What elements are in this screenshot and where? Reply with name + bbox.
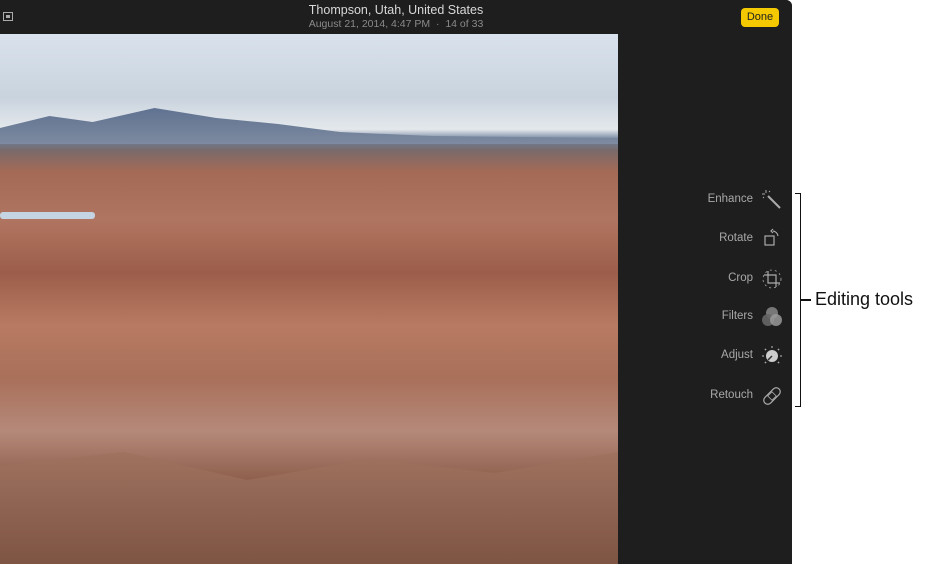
photo-subtitle: August 21, 2014, 4:47 PM · 14 of 33: [0, 18, 792, 30]
filters-icon: [762, 307, 782, 326]
callout-line: [801, 299, 811, 301]
tool-adjust[interactable]: Adjust: [618, 344, 792, 368]
tool-enhance[interactable]: Enhance: [618, 188, 792, 212]
mountains: [0, 108, 618, 144]
callout-label: Editing tools: [815, 289, 914, 309]
tool-label: Rotate: [719, 232, 753, 244]
tool-rotate[interactable]: Rotate: [618, 227, 792, 251]
tool-retouch[interactable]: Retouch: [618, 384, 792, 408]
photo-location-title: Thompson, Utah, United States: [308, 3, 484, 17]
lake: [0, 212, 95, 219]
foreground-rocks: [0, 452, 618, 564]
photos-edit-window: Thompson, Utah, United States August 21,…: [0, 0, 792, 564]
tool-label: Crop: [728, 272, 753, 284]
title-bar: Thompson, Utah, United States August 21,…: [0, 0, 792, 34]
tool-label: Enhance: [707, 193, 753, 205]
crop-icon: [762, 269, 782, 289]
tool-label: Filters: [721, 310, 753, 322]
tool-filters[interactable]: Filters: [618, 305, 792, 329]
adjust-dial-icon: [762, 346, 782, 364]
photo-count: 14 of 33: [445, 18, 484, 30]
photo-canvas[interactable]: [0, 34, 618, 564]
tool-label: Adjust: [721, 349, 753, 361]
tool-crop[interactable]: Crop: [618, 267, 792, 291]
rotate-icon: [764, 228, 779, 246]
tool-label: Retouch: [710, 389, 753, 401]
bandage-icon: [763, 387, 781, 405]
photo-date: August 21, 2014, 4:47 PM: [308, 18, 431, 30]
done-button[interactable]: Done: [741, 8, 779, 27]
magic-wand-icon: [762, 190, 781, 209]
separator: ·: [435, 18, 440, 30]
